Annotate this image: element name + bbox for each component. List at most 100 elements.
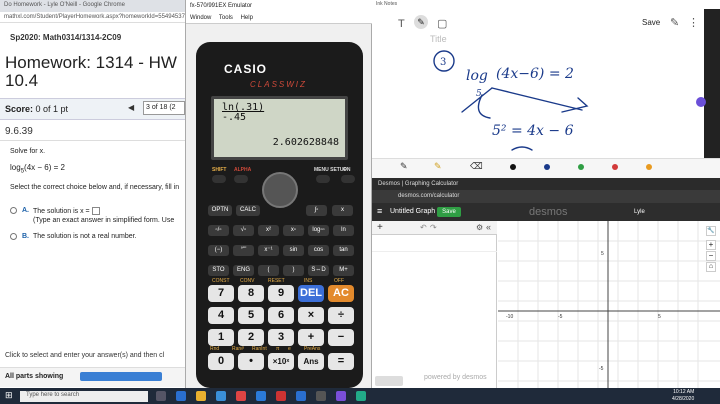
previous-question-icon[interactable]: ◀ [128, 103, 134, 112]
highlighter-icon[interactable]: ✎ [434, 161, 442, 172]
windows-start-icon[interactable]: ⊞ [5, 391, 14, 400]
file-explorer-icon[interactable] [196, 391, 206, 401]
sin-key[interactable]: sin [283, 245, 304, 256]
graph-paper[interactable]: -10 5 -5 5 -5 [498, 221, 720, 388]
desmos-address-bar[interactable]: desmos.com/calculator [372, 190, 720, 203]
onenote-icon[interactable] [336, 391, 346, 401]
word-icon[interactable] [296, 391, 306, 401]
expression-row[interactable] [372, 236, 497, 252]
on-key[interactable] [341, 175, 355, 183]
minus-key[interactable]: − [328, 329, 354, 346]
desmos-tab[interactable]: Desmos | Graphing Calculator [372, 178, 720, 190]
log-key[interactable]: log▫▫ [308, 225, 329, 236]
power-key[interactable]: x▫ [283, 225, 304, 236]
sqrt-key[interactable]: √▫ [233, 225, 254, 236]
hamburger-menu-icon[interactable]: ≡ [377, 207, 382, 216]
edit-icon[interactable]: ✎ [670, 16, 679, 29]
calculator-app-icon[interactable] [316, 391, 326, 401]
m-plus-key[interactable]: M+ [333, 265, 354, 276]
more-icon[interactable]: ⋮ [688, 16, 699, 29]
color-red-swatch[interactable] [612, 164, 618, 170]
x-key[interactable]: x [332, 205, 353, 216]
key-1[interactable]: 1 [208, 329, 234, 346]
desmos-save-button[interactable]: Save [437, 207, 461, 217]
shift-key[interactable] [212, 175, 226, 183]
zoom-in-icon[interactable]: + [706, 240, 716, 250]
sd-key[interactable]: S⇔D [308, 265, 329, 276]
undo-icon[interactable]: ↶ [420, 223, 427, 232]
alpha-key[interactable] [234, 175, 248, 183]
integral-key[interactable]: ∫▫ [306, 205, 327, 216]
question-selector[interactable]: 3 of 18 (2 [143, 101, 185, 115]
teams-icon[interactable] [356, 391, 366, 401]
tan-key[interactable]: tan [333, 245, 354, 256]
home-icon[interactable]: ⌂ [706, 262, 716, 272]
color-green-swatch[interactable] [578, 164, 584, 170]
key-3[interactable]: 3 [268, 329, 294, 346]
equals-key[interactable]: = [328, 353, 354, 370]
degrees-key[interactable]: °'" [233, 245, 254, 256]
cos-key[interactable]: cos [308, 245, 329, 256]
ac-key[interactable]: AC [328, 285, 354, 302]
powerpoint-icon[interactable] [276, 391, 286, 401]
floating-pen-button[interactable] [696, 97, 706, 107]
zoom-out-icon[interactable]: − [706, 251, 716, 261]
ln-key[interactable]: ln [333, 225, 354, 236]
exp10-key[interactable]: ×10ˣ [268, 353, 294, 370]
square-key[interactable]: x² [258, 225, 279, 236]
redo-icon[interactable]: ↷ [430, 223, 437, 232]
eraser-icon[interactable]: ⌫ [470, 161, 483, 172]
menu-help[interactable]: Help [241, 15, 253, 21]
fraction-key[interactable]: ▫/▫ [208, 225, 229, 236]
calc-key[interactable]: CALC [236, 205, 260, 216]
text-tool-icon[interactable]: T [398, 18, 405, 30]
pen-icon[interactable]: ✎ [400, 161, 408, 172]
multiply-key[interactable]: × [298, 307, 324, 324]
key-5[interactable]: 5 [238, 307, 264, 324]
browser-address-bar[interactable]: mathxl.com/Student/PlayerHomework.aspx?h… [0, 12, 185, 23]
pen-tool-icon[interactable]: ✎ [414, 15, 428, 29]
direction-pad[interactable] [262, 172, 298, 208]
user-menu[interactable]: Lyle [634, 209, 645, 215]
option-b-radio[interactable] [10, 233, 17, 240]
sto-key[interactable]: STO [208, 265, 229, 276]
option-a-radio[interactable] [10, 207, 17, 214]
divide-key[interactable]: ÷ [328, 307, 354, 324]
graph-title[interactable]: Untitled Graph [390, 208, 435, 215]
handwriting-canvas[interactable]: 3 log 5 (4x−6) = 2 5² = 4x − 6 [372, 40, 702, 160]
notes-save-button[interactable]: Save [642, 18, 660, 27]
ans-key[interactable]: Ans [298, 353, 324, 370]
negative-key[interactable]: (−) [208, 245, 229, 256]
optn-key[interactable]: OPTN [208, 205, 232, 216]
key-2[interactable]: 2 [238, 329, 264, 346]
mail-icon[interactable] [256, 391, 266, 401]
key-7[interactable]: 7 [208, 285, 234, 302]
close-paren-key[interactable]: ) [283, 265, 304, 276]
key-9[interactable]: 9 [268, 285, 294, 302]
edge-icon[interactable] [176, 391, 186, 401]
plus-key[interactable]: + [298, 329, 324, 346]
key-8[interactable]: 8 [238, 285, 264, 302]
chrome-icon[interactable] [236, 391, 246, 401]
image-tool-icon[interactable]: ▢ [437, 17, 447, 30]
del-key[interactable]: DEL [298, 285, 324, 302]
decimal-key[interactable]: • [238, 353, 264, 370]
taskbar-search[interactable]: Type here to search [20, 391, 148, 402]
menu-tools[interactable]: Tools [219, 15, 233, 21]
color-black-swatch[interactable] [510, 164, 516, 170]
menu-key[interactable] [316, 175, 330, 183]
keypad-toggle[interactable] [375, 376, 403, 386]
settings-gear-icon[interactable]: ⚙ [476, 223, 483, 232]
task-view-icon[interactable] [156, 391, 166, 401]
key-0[interactable]: 0 [208, 353, 234, 370]
color-orange-swatch[interactable] [646, 164, 652, 170]
eng-key[interactable]: ENG [233, 265, 254, 276]
store-icon[interactable] [216, 391, 226, 401]
key-6[interactable]: 6 [268, 307, 294, 324]
color-blue-swatch[interactable] [544, 164, 550, 170]
open-paren-key[interactable]: ( [258, 265, 279, 276]
key-4[interactable]: 4 [208, 307, 234, 324]
inverse-key[interactable]: x⁻¹ [258, 245, 279, 256]
add-expression-icon[interactable]: + [377, 222, 383, 233]
answer-input[interactable] [91, 207, 100, 215]
